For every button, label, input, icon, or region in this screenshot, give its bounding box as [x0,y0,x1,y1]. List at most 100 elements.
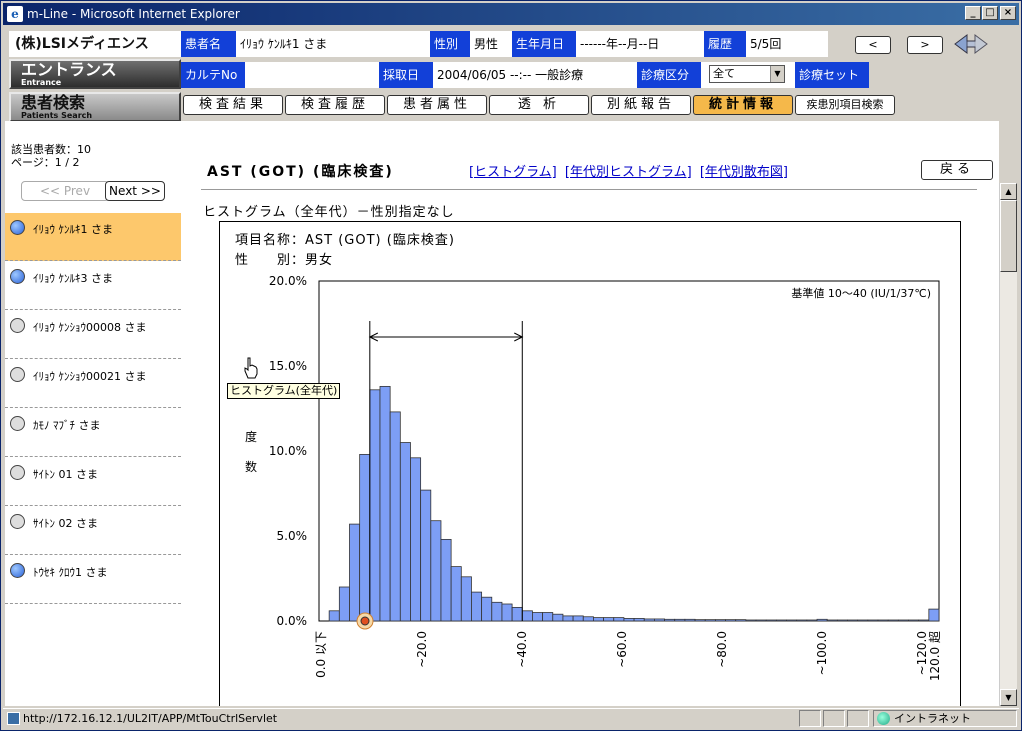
histogram-bar [450,566,462,622]
main-content: AST (GOT) (臨床検査) [ヒストグラム] [年代別ヒストグラム] [年… [181,121,999,706]
reference-note: 基準値 10～40 (IU/1/37℃) [791,286,931,300]
y-tick-label: 0.0% [277,614,308,628]
status-bar: http://172.16.12.1/UL2IT/APP/MtTouCtrlSe… [3,708,1019,728]
patient-list-item[interactable]: ｲﾘｮｳ ｹﾝﾙｷ1 さま [5,213,181,261]
histogram-bar [511,606,523,622]
histogram-bar [908,619,920,622]
history-next-button[interactable]: > [907,36,943,54]
nav-patients-sublabel: Patients Search [21,111,93,120]
dept-label: 診療区分 [637,62,701,88]
y-tick-label: 15.0% [269,359,307,373]
histogram-bar [440,538,452,622]
scroll-up-icon[interactable]: ▲ [1000,183,1017,200]
patient-name: ｲﾘｮｳ ｹﾝﾙｷ3 さま [33,272,113,285]
patient-list-item[interactable]: ｲﾘｮｳ ｹﾝﾙｷ3 さま [5,262,181,310]
nav-entrance-button[interactable]: エントランス Entrance [9,59,181,89]
nav-entrance-sublabel: Entrance [21,78,62,87]
histogram-bar [704,619,716,622]
tab-test-results[interactable]: 検査結果 [183,95,283,115]
nav-entrance-label: エントランス [21,60,117,79]
y-tick-label: 10.0% [269,444,307,458]
histogram-bar [897,619,909,622]
histogram-bar [725,619,737,622]
patient-count-text: 該当患者数：10 [11,143,91,156]
patient-name: ｲﾘｮｳ ｹﾝｼｮｳ00008 さま [33,321,147,334]
histogram-bar [460,576,472,622]
network-arrows-icon[interactable] [953,32,989,56]
close-window-button[interactable]: × [1000,6,1016,20]
y-tick-label: 20.0% [269,274,307,288]
histogram-bar [369,389,381,622]
patient-status-gray-icon [10,416,25,431]
dob-value: ------年--月--日 [576,31,704,57]
chart-tooltip: ヒストグラム(全年代) [227,383,341,399]
prev-page-button[interactable]: << Prev [21,181,109,201]
tab-dialysis[interactable]: 透 析 [489,95,589,115]
dept-select-value: 全て [713,67,735,80]
histogram-bar [562,615,574,622]
treatment-set-label[interactable]: 診療セット [795,62,869,88]
minimize-button[interactable]: _ [965,6,981,20]
patient-name-value: ｲﾘｮｳ ｹﾝﾙｷ1 さま [236,31,430,57]
x-tick-label: ~120.0 [915,631,929,675]
next-page-button[interactable]: Next >> [105,181,165,201]
company-logo: (株)LSIメディエンス [9,31,181,57]
histogram-bar [836,619,848,622]
patient-status-gray-icon [10,318,25,333]
tab-patient-attributes[interactable]: 患者属性 [387,95,487,115]
patient-list-item[interactable]: ｶﾓﾉ ﾏﾌﾞﾁ さま [5,409,181,457]
scroll-down-icon[interactable]: ▼ [1000,689,1017,706]
security-zone-label: イントラネット [894,712,971,725]
page-icon [7,712,20,725]
histogram-bar [593,617,604,622]
patient-name: ｻｲﾄﾝ 02 さま [33,517,98,530]
histogram-bar [410,457,422,622]
histogram-bar [328,610,340,622]
sex-label: 性別 [430,31,470,57]
patient-count: 該当患者数：10 ページ：1 / 2 [11,143,91,169]
status-cell [799,710,821,727]
collect-date-label: 採取日 [379,62,433,88]
tab-test-history[interactable]: 検査履歴 [285,95,385,115]
histogram-bar [745,619,757,622]
tab-disease-item-search[interactable]: 疾患別項目検索 [795,95,895,115]
y-axis-label: 度 [245,429,257,444]
dob-label: 生年月日 [512,31,576,57]
histogram-bar [755,619,767,622]
history-value: 5/5回 [746,31,828,57]
histogram-bar [918,619,930,622]
nav-patients-label: 患者検索 [21,93,86,112]
x-tick-label: ~100.0 [815,631,829,675]
patient-list-item[interactable]: ｲﾘｮｳ ｹﾝｼｮｳ00008 さま [5,311,181,359]
histogram-bar [857,619,869,622]
maximize-button[interactable]: □ [982,6,998,20]
histogram-bar [389,411,401,622]
histogram-bar [877,619,889,622]
vertical-scrollbar[interactable]: ▲ ▼ [999,183,1017,706]
patient-list-item[interactable]: ｻｲﾄﾝ 02 さま [5,507,181,555]
histogram-bar [796,619,808,622]
patient-list-item[interactable]: ﾄｳｾｷ ｸﾛｳ1 さま [5,556,181,604]
patient-list-item[interactable]: ｲﾘｮｳ ｹﾝｼｮｳ00021 さま [5,360,181,408]
patient-name: ﾄｳｾｷ ｸﾛｳ1 さま [33,566,108,579]
history-prev-button[interactable]: < [855,36,891,54]
histogram-bar [491,601,503,622]
histogram-bar [338,586,350,622]
nav-patients-search-button[interactable]: 患者検索 Patients Search [9,92,181,122]
histogram-bar [816,618,828,622]
dept-select[interactable]: 全て ▼ [709,65,785,83]
scroll-thumb[interactable] [1000,200,1017,272]
karte-label: カルテNo [181,62,245,88]
patient-list-item[interactable]: ｻｲﾄﾝ 01 さま [5,458,181,506]
sex-value: 男性 [470,31,512,57]
patient-name: ｻｲﾄﾝ 01 さま [33,468,98,481]
status-cell [823,710,845,727]
histogram-bar [786,619,798,622]
histogram-bar [572,615,584,622]
tab-statistics[interactable]: 統計情報 [693,95,793,115]
histogram-bar [603,617,615,622]
histogram-bar [542,612,554,622]
tab-separate-report[interactable]: 別紙報告 [591,95,691,115]
chevron-down-icon: ▼ [770,66,784,82]
histogram-bar [928,608,940,622]
